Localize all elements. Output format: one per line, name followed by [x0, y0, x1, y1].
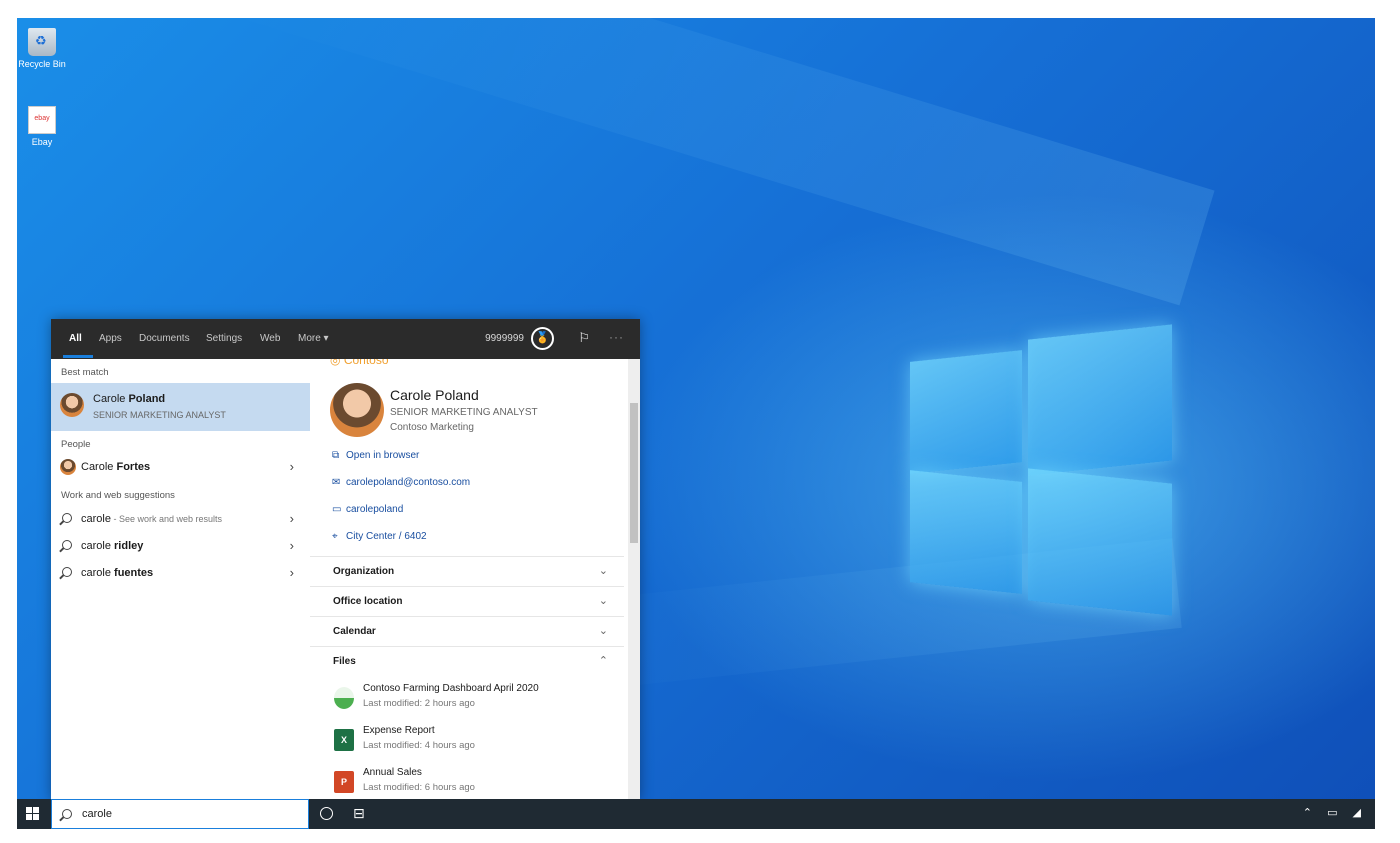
- location-link[interactable]: ⌖ City Center / 6402: [332, 531, 427, 542]
- scrollbar-thumb[interactable]: [630, 403, 638, 543]
- chevron-right-icon: ›: [289, 565, 294, 580]
- profile-avatar: [330, 383, 384, 437]
- chevron-right-icon: ›: [289, 459, 294, 474]
- chevron-up-icon: ⌃: [598, 655, 608, 667]
- chevron-right-icon: ›: [289, 511, 294, 526]
- taskbar-search-box[interactable]: carole: [51, 799, 309, 829]
- email-link[interactable]: ✉ carolepoland@contoso.com: [332, 477, 470, 488]
- search-input[interactable]: carole: [82, 808, 112, 820]
- scrollbar[interactable]: [628, 359, 640, 800]
- chevron-right-icon: ›: [289, 538, 294, 553]
- profile-title: SENIOR MARKETING ANALYST: [390, 407, 538, 418]
- taskbar: carole ⊟ ⌃ ▭ ◢: [17, 799, 1375, 829]
- feedback-icon[interactable]: ⚐: [578, 330, 590, 346]
- person-name: Carole Fortes: [81, 461, 151, 473]
- tab-web[interactable]: Web: [260, 333, 280, 344]
- desktop-icon-label: Ebay: [31, 137, 53, 147]
- open-in-browser-link[interactable]: ⧉ Open in browser: [332, 450, 419, 461]
- location-icon: ⌖: [332, 531, 338, 542]
- best-match-name: Carole Poland: [93, 393, 166, 405]
- desktop: Recycle Bin ebay Ebay All Apps Documents…: [17, 18, 1375, 829]
- tab-documents[interactable]: Documents: [139, 333, 190, 344]
- profile-name: Carole Poland: [390, 387, 479, 403]
- tab-more[interactable]: More ▾: [298, 333, 329, 344]
- suggestion-item[interactable]: carole ridley ›: [51, 534, 310, 560]
- chevron-up-icon[interactable]: ⌃: [1303, 807, 1312, 819]
- powerpoint-icon: P: [334, 771, 354, 793]
- chevron-down-icon: ⌄: [598, 595, 608, 607]
- section-header: People: [61, 439, 91, 450]
- open-browser-icon: ⧉: [332, 450, 340, 461]
- profile-preview: ◎ Contoso Carole Poland SENIOR MARKETING…: [310, 359, 640, 800]
- active-tab-indicator: [63, 355, 93, 358]
- section-header: Best match: [61, 367, 109, 378]
- desktop-icon-recycle-bin[interactable]: Recycle Bin: [17, 28, 67, 69]
- section-organization[interactable]: Organization ⌄: [310, 556, 624, 586]
- section-header: Work and web suggestions: [61, 490, 175, 501]
- task-view-icon[interactable]: ⊟: [353, 805, 365, 822]
- rewards-medal-icon[interactable]: 🏅: [531, 327, 554, 350]
- file-item[interactable]: X Expense Report Last modified: 4 hours …: [330, 725, 620, 761]
- dashboard-icon: [334, 687, 354, 709]
- avatar: [60, 393, 84, 417]
- chat-icon: ▭: [332, 504, 342, 515]
- avatar: [60, 459, 76, 475]
- tab-settings[interactable]: Settings: [206, 333, 242, 344]
- windows-start-icon[interactable]: [26, 807, 39, 820]
- rewards-points: 9999999: [485, 333, 524, 344]
- excel-icon: X: [334, 729, 354, 751]
- person-result[interactable]: Carole Fortes ›: [51, 455, 310, 481]
- battery-icon[interactable]: ▭: [1327, 807, 1337, 819]
- search-panel: All Apps Documents Settings Web More ▾ 9…: [51, 319, 640, 800]
- light-beam: [223, 18, 1215, 306]
- cortana-icon[interactable]: [320, 807, 333, 820]
- chat-link[interactable]: ▭ carolepoland: [332, 504, 403, 515]
- profile-department: Contoso Marketing: [390, 422, 474, 433]
- brand-label: ◎ Contoso: [330, 359, 389, 367]
- tab-all[interactable]: All: [69, 333, 82, 344]
- suggestion-item[interactable]: carole fuentes ›: [51, 561, 310, 587]
- section-files[interactable]: Files ⌃: [310, 646, 624, 676]
- chevron-down-icon: ⌄: [598, 625, 608, 637]
- windows-logo-wallpaper: [910, 318, 1172, 616]
- more-options-icon[interactable]: ···: [609, 330, 624, 344]
- search-icon: [62, 513, 72, 523]
- tab-apps[interactable]: Apps: [99, 333, 122, 344]
- network-icon[interactable]: ◢: [1353, 807, 1361, 819]
- mail-icon: ✉: [332, 477, 341, 488]
- best-match-result[interactable]: Carole Poland SENIOR MARKETING ANALYST: [51, 383, 310, 431]
- search-icon: [62, 567, 72, 577]
- search-icon: [62, 540, 72, 550]
- search-tab-bar: All Apps Documents Settings Web More ▾ 9…: [51, 319, 640, 359]
- best-match-subtitle: SENIOR MARKETING ANALYST: [93, 410, 226, 420]
- chevron-down-icon: ⌄: [598, 565, 608, 577]
- section-office-location[interactable]: Office location ⌄: [310, 586, 624, 616]
- system-tray: ⌃ ▭ ◢: [1291, 806, 1361, 819]
- file-item[interactable]: P Annual Sales Last modified: 6 hours ag…: [330, 767, 620, 800]
- suggestion-item[interactable]: carole - See work and web results ›: [51, 507, 310, 533]
- desktop-icon-ebay[interactable]: ebay Ebay: [17, 106, 67, 147]
- file-item[interactable]: Contoso Farming Dashboard April 2020 Las…: [330, 683, 620, 719]
- search-icon: [62, 809, 72, 819]
- recycle-bin-icon: [28, 28, 56, 56]
- desktop-icon-label: Recycle Bin: [18, 59, 66, 69]
- results-list: Best match Carole Poland SENIOR MARKETIN…: [51, 359, 310, 800]
- ebay-icon: ebay: [28, 106, 56, 134]
- section-calendar[interactable]: Calendar ⌄: [310, 616, 624, 646]
